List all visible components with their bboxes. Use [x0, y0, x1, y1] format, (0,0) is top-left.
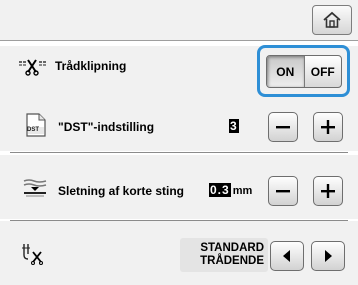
short-stitch-unit: mm: [232, 185, 253, 197]
thread-ending-value-line1: STANDARD: [200, 242, 264, 254]
minus-icon: [276, 190, 290, 193]
short-stitch-minus-button[interactable]: [268, 176, 298, 206]
thread-ending-next-button[interactable]: [311, 241, 345, 271]
dst-setting-label: "DST"-indstilling: [58, 120, 155, 134]
short-stitch-value: 0.3 mm: [209, 183, 253, 197]
thread-ending-prev-button[interactable]: [270, 241, 304, 271]
thread-ending-row: [0, 221, 358, 285]
dst-icon-text: DST: [27, 127, 39, 133]
minus-icon: [276, 126, 290, 129]
home-icon: [323, 11, 341, 28]
short-stitch-label: Sletning af korte sting: [58, 184, 185, 198]
thread-ending-icon: [20, 241, 46, 267]
dst-file-icon: [25, 113, 47, 137]
dst-plus-button[interactable]: [313, 112, 343, 142]
right-arrow-icon: [325, 250, 332, 262]
toggle-on-option[interactable]: ON: [267, 56, 305, 87]
plus-icon: [321, 120, 335, 134]
plus-icon: [321, 184, 335, 198]
thread-cutting-toggle[interactable]: ON OFF: [266, 55, 342, 88]
thread-cutting-icon: [18, 57, 48, 77]
left-arrow-icon: [283, 250, 290, 262]
short-stitch-plus-button[interactable]: [313, 176, 343, 206]
thread-cutting-label: Trådklipning: [55, 59, 127, 73]
short-stitch-icon: [22, 177, 48, 199]
top-bar: [0, 0, 358, 41]
toggle-off-option[interactable]: OFF: [305, 56, 342, 87]
thread-ending-value-box: STANDARD TRÅDENDE: [180, 238, 268, 272]
dst-setting-value: 3: [229, 119, 239, 133]
dst-setting-row: [0, 101, 358, 151]
row-divider: [10, 152, 348, 153]
thread-ending-value-line2: TRÅDENDE: [200, 255, 264, 267]
dst-minus-button[interactable]: [268, 112, 298, 142]
home-button[interactable]: [312, 5, 352, 35]
settings-screen: Trådklipning ON OFF DST "DST"-indstillin…: [0, 0, 358, 285]
